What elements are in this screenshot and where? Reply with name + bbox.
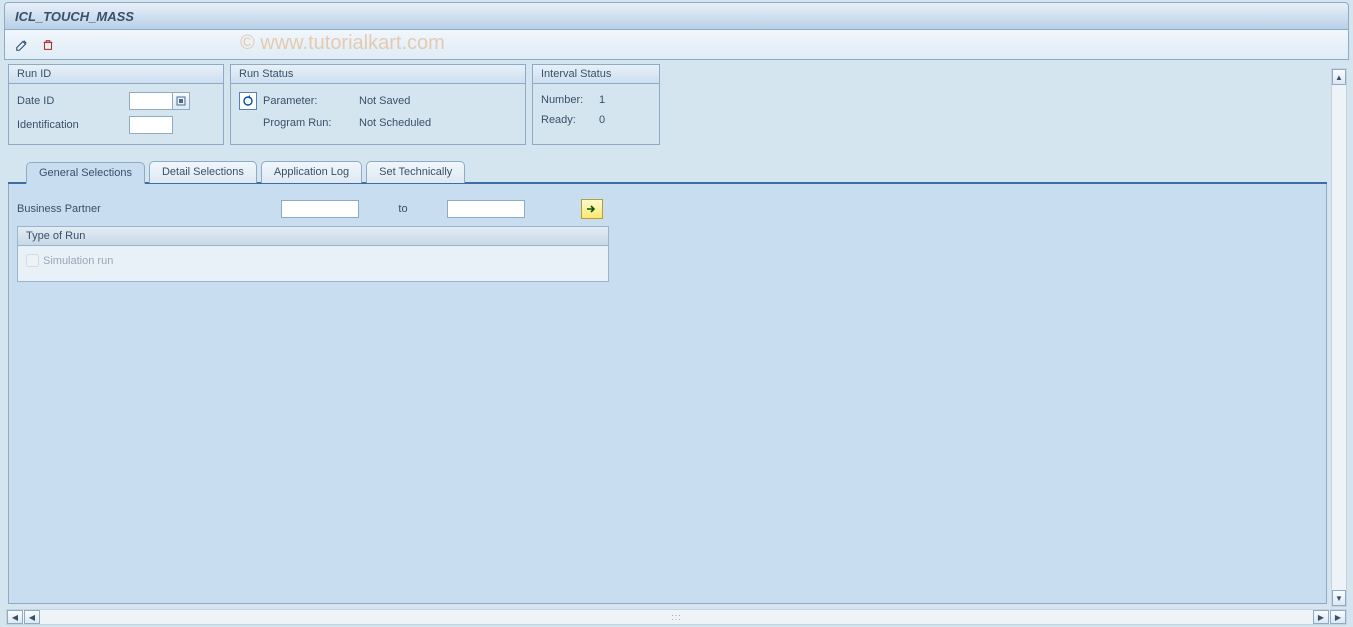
type-of-run-header: Type of Run	[18, 227, 608, 246]
scroll-left-button[interactable]: ◀	[7, 610, 23, 624]
title-bar: ICL_TOUCH_MASS	[4, 2, 1349, 30]
date-id-search-help-button[interactable]	[172, 92, 190, 110]
run-id-group: Run ID Date ID Identification	[8, 64, 224, 145]
tab-detail-selections[interactable]: Detail Selections	[149, 161, 257, 183]
business-partner-label: Business Partner	[17, 203, 281, 215]
interval-status-header: Interval Status	[533, 65, 659, 84]
scroll-right-button-2[interactable]: ▶	[1330, 610, 1346, 624]
edit-button[interactable]	[11, 34, 33, 56]
business-partner-from-input[interactable]	[281, 200, 359, 218]
toolbar	[4, 30, 1349, 60]
status-indicator-icon	[239, 92, 257, 110]
multiple-selection-button[interactable]	[581, 199, 603, 219]
horizontal-scrollbar[interactable]: ◀ ◀ ::: ▶ ▶	[6, 609, 1347, 625]
scroll-left-button-2[interactable]: ◀	[24, 610, 40, 624]
identification-input[interactable]	[129, 116, 173, 134]
number-label: Number:	[541, 94, 599, 106]
date-id-input[interactable]	[129, 92, 173, 110]
ready-label: Ready:	[541, 114, 599, 126]
tab-content-border: Business Partner to Type of Run Simulati…	[8, 182, 1327, 604]
parameter-value: Not Saved	[359, 95, 410, 107]
date-id-label: Date ID	[17, 95, 129, 107]
tab-content-general: Business Partner to Type of Run Simulati…	[8, 184, 1327, 604]
run-status-header: Run Status	[231, 65, 525, 84]
simulation-run-checkbox[interactable]	[26, 254, 39, 267]
type-of-run-group: Type of Run Simulation run	[17, 226, 609, 282]
vertical-scrollbar[interactable]: ▲ ▼	[1331, 68, 1347, 607]
program-run-label: Program Run:	[263, 117, 349, 129]
simulation-run-row: Simulation run	[26, 254, 600, 267]
arrow-right-icon	[586, 204, 598, 214]
scroll-right-button[interactable]: ▶	[1313, 610, 1329, 624]
page-title: ICL_TOUCH_MASS	[15, 9, 134, 24]
scroll-down-button[interactable]: ▼	[1332, 590, 1346, 606]
pencil-icon	[15, 38, 29, 52]
ready-value: 0	[599, 114, 605, 126]
interval-status-group: Interval Status Number: 1 Ready: 0	[532, 64, 660, 145]
scroll-gripper-icon: :::	[671, 612, 682, 622]
simulation-run-label: Simulation run	[43, 255, 113, 267]
delete-button[interactable]	[37, 34, 59, 56]
refresh-icon	[242, 95, 254, 107]
identification-label: Identification	[17, 119, 129, 131]
program-run-value: Not Scheduled	[359, 117, 431, 129]
info-groups-row: Run ID Date ID Identification Run Status	[8, 64, 1327, 145]
run-id-header: Run ID	[9, 65, 223, 84]
to-label: to	[359, 203, 447, 215]
tab-general-selections[interactable]: General Selections	[26, 162, 145, 184]
search-help-icon	[176, 96, 186, 106]
tab-application-log[interactable]: Application Log	[261, 161, 362, 183]
run-status-group: Run Status Parameter: Not Saved Program …	[230, 64, 526, 145]
scroll-up-button[interactable]: ▲	[1332, 69, 1346, 85]
content-area: Run ID Date ID Identification Run Status	[8, 64, 1327, 609]
tab-strip: General Selections Detail Selections App…	[8, 159, 1327, 183]
business-partner-to-input[interactable]	[447, 200, 525, 218]
trash-icon	[41, 38, 55, 52]
number-value: 1	[599, 94, 605, 106]
parameter-label: Parameter:	[263, 95, 349, 107]
tab-set-technically[interactable]: Set Technically	[366, 161, 465, 183]
